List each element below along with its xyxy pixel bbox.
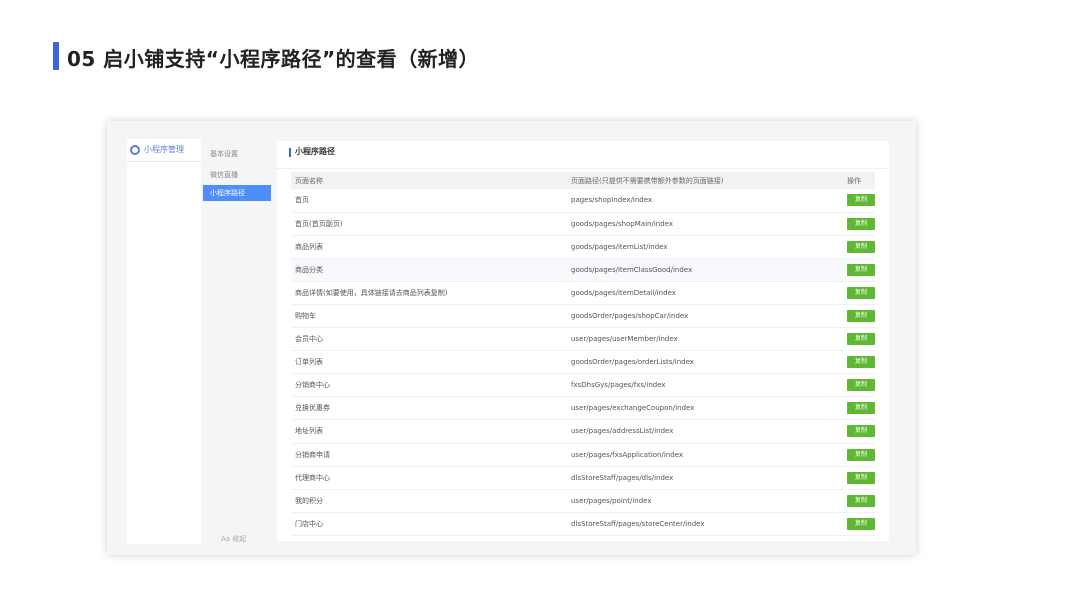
table-row: 首页(首页副页) goods/pages/shopMain/index 复制 bbox=[291, 212, 875, 236]
action-cell: 复制 bbox=[843, 466, 875, 490]
panel-title-accent bbox=[289, 148, 291, 157]
app-sidebar: 小程序管理 bbox=[127, 139, 201, 544]
page-name-cell: 门店中心 bbox=[291, 512, 567, 536]
action-cell: 复制 bbox=[843, 419, 875, 444]
action-cell: 复制 bbox=[843, 281, 875, 305]
table-body: 首页 pages/shopIndex/index 复制 首页(首页副页) goods/p… bbox=[291, 189, 875, 536]
page-name-cell: 我的积分 bbox=[291, 489, 567, 513]
logo-ring-icon bbox=[130, 144, 140, 155]
column-header-name: 页面名称 bbox=[291, 172, 567, 189]
table-row: 我的积分 user/pages/point/index 复制 bbox=[291, 489, 875, 513]
main-panel: 小程序路径 页面名称 页面路径(只提供不需要携带额外参数的页面链接) 操作 首页… bbox=[277, 141, 889, 541]
app-name: 小程序管理 bbox=[144, 145, 184, 154]
table-header-row: 页面名称 页面路径(只提供不需要携带额外参数的页面链接) 操作 bbox=[291, 172, 875, 189]
page-name-cell: 会员中心 bbox=[291, 327, 567, 352]
table-row: 商品列表 goods/pages/itemList/index 复制 bbox=[291, 235, 875, 259]
action-cell: 复制 bbox=[843, 304, 875, 329]
page-name-cell: 首页(首页副页) bbox=[291, 212, 567, 236]
copy-button[interactable]: 复制 bbox=[847, 286, 875, 299]
action-cell: 复制 bbox=[843, 489, 875, 513]
action-cell: 复制 bbox=[843, 512, 875, 536]
page-path-cell: user/pages/fxsApplication/index bbox=[567, 443, 843, 467]
action-cell: 复制 bbox=[843, 373, 875, 398]
panel-title: 小程序路径 bbox=[295, 147, 335, 156]
action-cell: 复制 bbox=[843, 396, 875, 421]
page-name-cell: 兑换优惠券 bbox=[291, 396, 567, 421]
sub-menu-item-live[interactable]: 微信直播 bbox=[203, 167, 271, 183]
page-name-cell: 代理商中心 bbox=[291, 466, 567, 490]
page-path-cell: dlsStoreStaff/pages/storeCenter/index bbox=[567, 512, 843, 536]
sub-menu-item-basic-settings[interactable]: 基本设置 bbox=[203, 146, 271, 162]
copy-button[interactable]: 复制 bbox=[847, 494, 875, 507]
copy-button[interactable]: 复制 bbox=[847, 379, 875, 392]
column-header-action: 操作 bbox=[843, 172, 875, 189]
copy-button[interactable]: 复制 bbox=[847, 356, 875, 369]
action-cell: 复制 bbox=[843, 212, 875, 236]
page-name-cell: 商品详情(如要使用，具体链接请去商品列表复制) bbox=[291, 281, 567, 305]
copy-button[interactable]: 复制 bbox=[847, 310, 875, 323]
slide-title-accent-bar bbox=[53, 42, 59, 70]
page-path-cell: user/pages/addressList/index bbox=[567, 419, 843, 444]
table-row: 分销商中心 fxsDhsGys/pages/fxs/index 复制 bbox=[291, 373, 875, 398]
page-name-cell: 购物车 bbox=[291, 304, 567, 329]
page-path-cell: goodsOrder/pages/shopCar/index bbox=[567, 304, 843, 329]
copy-button[interactable]: 复制 bbox=[847, 194, 875, 207]
table-row: 地址列表 user/pages/addressList/index 复制 bbox=[291, 419, 875, 444]
table-row: 代理商中心 dlsStoreStaff/pages/dls/index 复制 bbox=[291, 466, 875, 490]
sidebar-divider bbox=[127, 161, 201, 162]
page-name-cell: 地址列表 bbox=[291, 419, 567, 444]
page-name-cell: 分销商中心 bbox=[291, 373, 567, 398]
panel-header: 小程序路径 bbox=[277, 141, 889, 169]
page-path-cell: goods/pages/itemDetail/index bbox=[567, 281, 843, 305]
page-path-cell: dlsStoreStaff/pages/dls/index bbox=[567, 466, 843, 490]
page-path-cell: goods/pages/shopMain/index bbox=[567, 212, 843, 236]
table-row: 首页 pages/shopIndex/index 复制 bbox=[291, 189, 875, 213]
page-path-cell: user/pages/userMember/index bbox=[567, 327, 843, 352]
table-row: 订单列表 goodsOrder/pages/orderLists/index 复制 bbox=[291, 350, 875, 375]
sub-menu-item-mini-program-path[interactable]: 小程序路径 bbox=[203, 185, 271, 201]
page-path-cell: user/pages/point/index bbox=[567, 489, 843, 513]
column-header-path: 页面路径(只提供不需要携带额外参数的页面链接) bbox=[567, 172, 843, 189]
action-cell: 复制 bbox=[843, 189, 875, 213]
action-cell: 复制 bbox=[843, 443, 875, 467]
action-cell: 复制 bbox=[843, 327, 875, 352]
copy-button[interactable]: 复制 bbox=[847, 425, 875, 438]
copy-button[interactable]: 复制 bbox=[847, 217, 875, 230]
page-name-cell: 商品列表 bbox=[291, 235, 567, 259]
screenshot-frame: 小程序管理 基本设置 微信直播 小程序路径 Aa 收起 小程序路径 页面名称 页… bbox=[107, 121, 916, 555]
page-path-cell: goods/pages/itemClassGood/index bbox=[567, 258, 843, 282]
table-row: 购物车 goodsOrder/pages/shopCar/index 复制 bbox=[291, 304, 875, 329]
page-path-cell: goodsOrder/pages/orderLists/index bbox=[567, 350, 843, 375]
copy-button[interactable]: 复制 bbox=[847, 402, 875, 415]
slide-title: 05 启小铺支持“小程序路径”的查看（新增） bbox=[67, 47, 480, 71]
copy-button[interactable]: 复制 bbox=[847, 471, 875, 484]
page-name-cell: 首页 bbox=[291, 189, 567, 213]
table-row: 会员中心 user/pages/userMember/index 复制 bbox=[291, 327, 875, 352]
app-logo[interactable]: 小程序管理 bbox=[130, 144, 184, 155]
table-row: 分销商申请 user/pages/fxsApplication/index 复制 bbox=[291, 443, 875, 467]
table-row: 商品分类 goods/pages/itemClassGood/index 复制 bbox=[291, 258, 875, 282]
path-table: 页面名称 页面路径(只提供不需要携带额外参数的页面链接) 操作 首页 pages/… bbox=[291, 172, 875, 536]
table-row: 门店中心 dlsStoreStaff/pages/storeCenter/inde… bbox=[291, 512, 875, 536]
table-row: 商品详情(如要使用，具体链接请去商品列表复制) goods/pages/itemD… bbox=[291, 281, 875, 305]
page-path-cell: fxsDhsGys/pages/fxs/index bbox=[567, 373, 843, 398]
page-path-cell: pages/shopIndex/index bbox=[567, 189, 843, 213]
action-cell: 复制 bbox=[843, 235, 875, 259]
collapse-toggle[interactable]: Aa 收起 bbox=[221, 534, 246, 544]
copy-button[interactable]: 复制 bbox=[847, 333, 875, 346]
copy-button[interactable]: 复制 bbox=[847, 263, 875, 276]
action-cell: 复制 bbox=[843, 258, 875, 282]
table-row: 兑换优惠券 user/pages/exchangeCoupon/index 复制 bbox=[291, 396, 875, 421]
page-name-cell: 订单列表 bbox=[291, 350, 567, 375]
copy-button[interactable]: 复制 bbox=[847, 517, 875, 530]
action-cell: 复制 bbox=[843, 350, 875, 375]
sub-menu: 基本设置 微信直播 小程序路径 Aa 收起 bbox=[203, 139, 273, 544]
page-path-cell: user/pages/exchangeCoupon/index bbox=[567, 396, 843, 421]
page-name-cell: 分销商申请 bbox=[291, 443, 567, 467]
page-path-cell: goods/pages/itemList/index bbox=[567, 235, 843, 259]
copy-button[interactable]: 复制 bbox=[847, 448, 875, 461]
copy-button[interactable]: 复制 bbox=[847, 240, 875, 253]
page-name-cell: 商品分类 bbox=[291, 258, 567, 282]
